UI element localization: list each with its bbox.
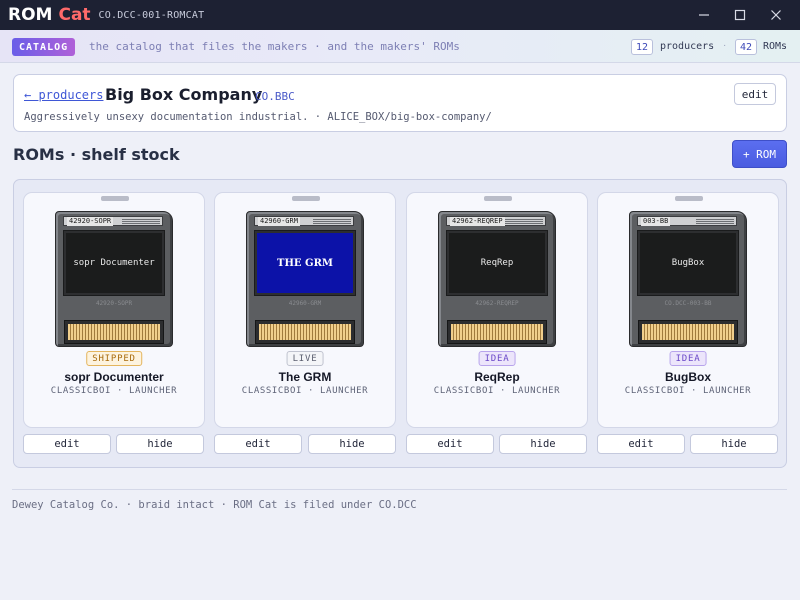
producer-description: Aggressively unsexy documentation indust…	[24, 111, 492, 123]
cartridge-screen-frame: BugBox	[637, 230, 739, 296]
footer-divider	[12, 489, 787, 490]
edit-rom-button[interactable]: edit	[597, 434, 685, 454]
hide-rom-button[interactable]: hide	[116, 434, 204, 454]
cartridge-id: 42920-SOPR	[67, 217, 114, 226]
cartridge-id: 42962-REQREP	[450, 217, 505, 226]
rom-card[interactable]: 42960-GRM THE GRM 42960-GRM LIVE The GRM…	[214, 192, 396, 428]
cartridge-emboss: CO.DCC-003-BB	[664, 300, 712, 307]
producers-label: producers	[660, 41, 715, 52]
cartridge-ribs	[505, 219, 543, 224]
cartridge-pins	[451, 324, 543, 340]
status-badge: SHIPPED	[86, 351, 142, 366]
rom-meta: CLASSICBOI · LAUNCHER	[241, 386, 369, 396]
app-code: CO.DCC-001-ROMCAT	[98, 9, 205, 21]
cartridge-screen-frame: ReqRep	[446, 230, 548, 296]
rom-meta: CLASSICBOI · LAUNCHER	[433, 386, 561, 396]
close-icon	[771, 10, 781, 20]
cartridge-connector	[638, 320, 738, 344]
catalog-banner: CATALOG the catalog that files the maker…	[0, 30, 800, 63]
rom-name: ReqRep	[474, 370, 520, 384]
cartridge-screen: sopr Documenter	[66, 233, 162, 293]
cartridge-image: 42962-REQREP ReqRep 42962-REQREP	[438, 211, 556, 347]
catalog-tagline: the catalog that files the makers · and …	[89, 40, 460, 53]
app-name-rom: ROM	[8, 5, 53, 25]
rom-shelf: 42920-SOPR sopr Documenter 42920-SOPR SH…	[13, 179, 787, 468]
cartridge-screen: THE GRM	[257, 233, 353, 293]
producer-name: Big Box Company	[105, 85, 263, 104]
cartridge-pins	[68, 324, 160, 340]
minimize-button[interactable]	[686, 0, 722, 30]
card-tab	[292, 196, 320, 201]
card-tab	[484, 196, 512, 201]
rom-name: The GRM	[278, 370, 332, 384]
cartridge-id: 003-BB	[641, 217, 671, 226]
cartridge-emboss: 42920-SOPR	[95, 300, 133, 307]
hide-rom-button[interactable]: hide	[499, 434, 587, 454]
producers-count: 12	[631, 39, 654, 55]
rom-card[interactable]: 003-BB BugBox CO.DCC-003-BB IDEA BugBox …	[597, 192, 779, 428]
cartridge-screen: ReqRep	[449, 233, 545, 293]
edit-producer-button[interactable]: edit	[734, 83, 776, 105]
roms-label: ROMs	[763, 41, 788, 52]
status-badge: IDEA	[478, 351, 516, 366]
cartridge-ribs	[122, 219, 160, 224]
cartridge-label: 42920-SOPR	[63, 216, 163, 226]
cartridge-emboss: 42962-REQREP	[475, 300, 519, 307]
rom-meta: CLASSICBOI · LAUNCHER	[50, 386, 178, 396]
hide-rom-button[interactable]: hide	[690, 434, 778, 454]
edit-rom-button[interactable]: edit	[406, 434, 494, 454]
cartridge-image: 003-BB BugBox CO.DCC-003-BB	[629, 211, 747, 347]
producer-card: ← producers Big Box Company CO.BBC Aggre…	[13, 74, 787, 132]
maximize-icon	[734, 9, 746, 21]
title-bar: ROM Cat CO.DCC-001-ROMCAT	[0, 0, 800, 30]
cartridge-pins	[642, 324, 734, 340]
rom-name: sopr Documenter	[64, 370, 164, 384]
status-badge: LIVE	[286, 351, 324, 366]
status-badge: IDEA	[669, 351, 707, 366]
cartridge-screen: BugBox	[640, 233, 736, 293]
back-to-producers-link[interactable]: ← producers	[24, 88, 103, 102]
cartridge-ribs	[696, 219, 734, 224]
edit-rom-button[interactable]: edit	[214, 434, 302, 454]
card-tab	[675, 196, 703, 201]
rom-name: BugBox	[665, 370, 711, 384]
cartridge-image: 42960-GRM THE GRM 42960-GRM	[246, 211, 364, 347]
card-tab	[101, 196, 129, 201]
roms-count: 42	[735, 39, 758, 55]
cartridge-emboss: 42960-GRM	[288, 300, 322, 307]
cartridge-connector	[64, 320, 164, 344]
cartridge-screen-frame: sopr Documenter	[63, 230, 165, 296]
section-title: ROMs · shelf stock	[13, 145, 180, 164]
cartridge-connector	[255, 320, 355, 344]
rom-card[interactable]: 42962-REQREP ReqRep 42962-REQREP IDEA Re…	[406, 192, 588, 428]
separator-dot: ·	[723, 40, 727, 51]
footer-text: Dewey Catalog Co. · braid intact · ROM C…	[12, 499, 417, 511]
rom-card[interactable]: 42920-SOPR sopr Documenter 42920-SOPR SH…	[23, 192, 205, 428]
edit-rom-button[interactable]: edit	[23, 434, 111, 454]
cartridge-label: 42962-REQREP	[446, 216, 546, 226]
app-name-cat: Cat	[58, 5, 91, 25]
cartridge-pins	[259, 324, 351, 340]
maximize-button[interactable]	[722, 0, 758, 30]
cartridge-id: 42960-GRM	[258, 217, 300, 226]
hide-rom-button[interactable]: hide	[308, 434, 396, 454]
cartridge-ribs	[313, 219, 351, 224]
add-rom-button[interactable]: + ROM	[732, 140, 787, 168]
close-button[interactable]	[758, 0, 794, 30]
rom-meta: CLASSICBOI · LAUNCHER	[624, 386, 752, 396]
cartridge-image: 42920-SOPR sopr Documenter 42920-SOPR	[55, 211, 173, 347]
cartridge-label: 42960-GRM	[254, 216, 354, 226]
cartridge-screen-frame: THE GRM	[254, 230, 356, 296]
producer-code: CO.BBC	[255, 90, 295, 103]
minimize-icon	[699, 14, 709, 16]
cartridge-connector	[447, 320, 547, 344]
cartridge-label: 003-BB	[637, 216, 737, 226]
catalog-badge: CATALOG	[12, 38, 76, 56]
